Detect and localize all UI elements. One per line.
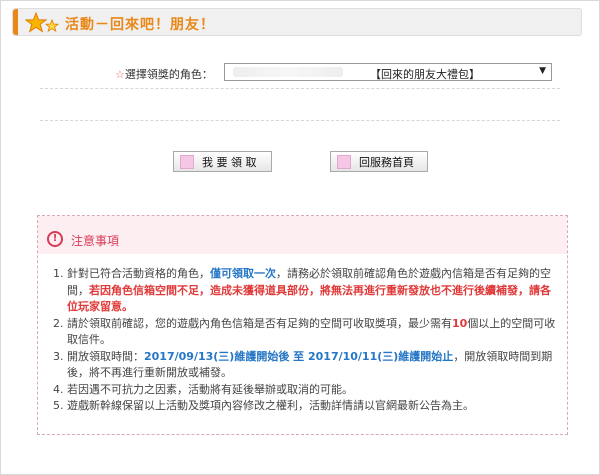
notice-warning: 若因角色信箱空間不足，造成未獲得道具部份，將無法再進行重新發放也不進行後續補發，… — [67, 283, 551, 314]
notice-item: 請於領取前確認，您的遊戲內角色信箱是否有足夠的空間可收取獎項，最少需有10個以上… — [67, 316, 559, 349]
button-icon — [337, 154, 351, 169]
home-button[interactable]: 回服務首頁 — [330, 151, 428, 172]
notice-text: 若因遇不可抗力之因素，活動將有延後舉辦或取消的可能。 — [67, 382, 353, 396]
character-name-blurred — [233, 67, 343, 77]
role-select-label-text: 選擇領獎的角色： — [124, 68, 213, 81]
dropdown-arrow-icon[interactable]: ▼ — [539, 66, 546, 76]
notice-box: ! 注意事項 針對已符合活動資格的角色，僅可領取一次，請務必於領取前確認角色於遊… — [37, 215, 568, 435]
notice-highlight: 10 — [452, 316, 468, 330]
role-select-row: ☆選擇領獎的角色： 【回來的朋友大禮包】 ▼ — [0, 62, 600, 84]
notice-item: 若因遇不可抗力之因素，活動將有延後舉辦或取消的可能。 — [67, 382, 559, 399]
claim-button-label: 我 要 領 取 — [202, 155, 257, 169]
divider — [40, 120, 560, 121]
notice-text: 請於領取前確認，您的遊戲內角色信箱是否有足夠的空間可收取獎項，最少需有 — [67, 316, 452, 330]
page-title: 活動－回來吧！朋友！ — [65, 17, 215, 33]
star-mark: ☆ — [115, 68, 125, 81]
notice-item: 針對已符合活動資格的角色，僅可領取一次，請務必於領取前確認角色於遊戲內信箱是否有… — [67, 266, 559, 316]
notice-title: 注意事項 — [71, 234, 120, 248]
exclamation-icon: ! — [47, 231, 63, 247]
notice-highlight: 僅可領取一次 — [210, 267, 276, 280]
divider — [40, 88, 560, 89]
notice-item: 遊戲新幹線保留以上活動及獎項內容修改之權利，活動詳情請以官網最新公告為主。 — [67, 398, 559, 415]
page-header: 活動－回來吧！朋友！ — [12, 8, 582, 36]
notice-header: ! 注意事項 — [38, 216, 567, 254]
notice-item: 開放領取時間：2017/09/13(三)維護開始後 至 2017/10/11(三… — [67, 349, 559, 382]
notice-list: 針對已符合活動資格的角色，僅可領取一次，請務必於領取前確認角色於遊戲內信箱是否有… — [46, 266, 559, 415]
role-select-label: ☆選擇領獎的角色： — [115, 66, 213, 82]
notice-highlight: 2017/09/13(三)維護開始後 至 2017/10/11(三)維護開始止 — [144, 349, 454, 363]
role-select-value: 【回來的朋友大禮包】 — [370, 68, 480, 81]
role-select[interactable]: 【回來的朋友大禮包】 ▼ — [224, 63, 552, 81]
header-accent-bar — [13, 9, 18, 35]
notice-text: 開放領取時間： — [67, 349, 144, 363]
claim-button[interactable]: 我 要 領 取 — [173, 151, 272, 172]
notice-text: 針對已符合活動資格的角色， — [67, 267, 210, 280]
home-button-label: 回服務首頁 — [359, 155, 414, 169]
stars-icon — [25, 11, 60, 33]
button-icon — [180, 154, 194, 169]
notice-text: 遊戲新幹線保留以上活動及獎項內容修改之權利，活動詳情請以官網最新公告為主。 — [67, 399, 474, 412]
